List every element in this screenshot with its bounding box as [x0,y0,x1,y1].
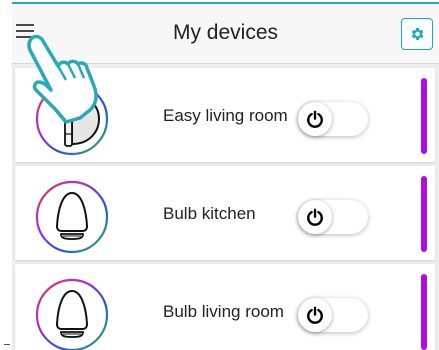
toggle-knob [298,298,332,332]
device-name: Bulb living room [163,302,284,321]
power-toggle[interactable] [298,102,368,136]
power-icon [307,208,323,226]
power-toggle[interactable] [298,200,368,234]
app-header: My devices [12,4,439,64]
power-icon [307,110,323,128]
device-list: Easy living room Bulb kitchen Bulb livin… [15,68,435,350]
device-name: Bulb kitchen [163,204,256,223]
gear-icon [411,28,424,40]
status-indicator [421,274,427,350]
bulb-icon [35,278,109,350]
status-indicator [421,78,427,154]
app-window: My devices Easy living room Bulb kitchen… [12,2,439,350]
device-name: Easy living room [163,106,288,125]
bulb-icon [35,180,109,254]
status-indicator [421,176,427,252]
toggle-knob [298,102,332,136]
page-title: My devices [172,21,279,44]
device-card[interactable]: Bulb living room [15,264,435,350]
toggle-knob [298,200,332,234]
settings-button[interactable] [401,18,433,50]
power-icon [307,306,323,324]
device-card[interactable]: Easy living room [15,68,435,162]
edge-tick [4,344,10,345]
power-toggle[interactable] [298,298,368,332]
half-bulb-icon [35,82,109,156]
device-card[interactable]: Bulb kitchen [15,166,435,260]
